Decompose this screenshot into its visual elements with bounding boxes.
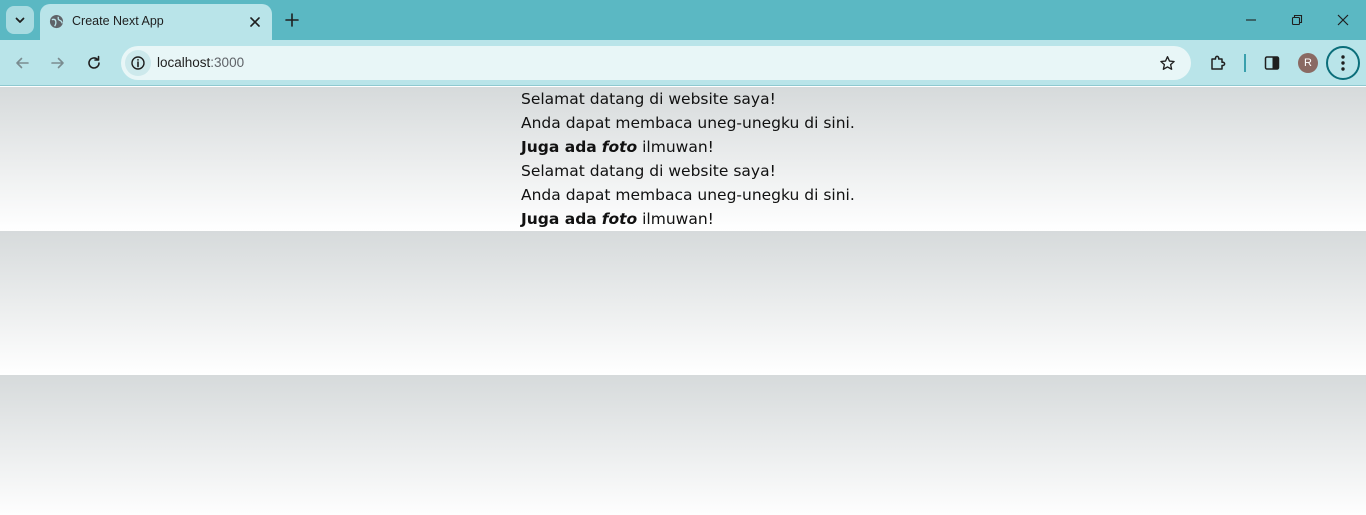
background-band (0, 231, 1366, 375)
more-vertical-icon (1341, 55, 1345, 71)
arrow-right-icon (51, 57, 64, 69)
close-window-button[interactable] (1320, 0, 1366, 40)
reload-button[interactable] (80, 49, 108, 77)
page-content: Selamat datang di website saya! Anda dap… (521, 87, 855, 231)
arrow-left-icon (16, 57, 29, 69)
toolbar-divider (1244, 54, 1246, 72)
intro-block: Selamat datang di website saya! Anda dap… (521, 159, 855, 231)
url-host: localhost (157, 55, 211, 70)
browser-menu-button[interactable] (1326, 46, 1360, 80)
restore-icon (1291, 14, 1303, 26)
tab-active[interactable]: Create Next App (40, 4, 272, 40)
info-icon (131, 56, 145, 70)
restore-button[interactable] (1274, 0, 1320, 40)
tab-strip: Create Next App (0, 0, 1366, 40)
minimize-button[interactable] (1228, 0, 1274, 40)
tab-title: Create Next App (72, 14, 164, 28)
reload-icon (88, 55, 100, 69)
page-viewport: Selamat datang di website saya! Anda dap… (0, 87, 1366, 515)
back-button[interactable] (8, 49, 36, 77)
greeting-text: Selamat datang di website saya! (521, 90, 776, 108)
background-band (0, 375, 1366, 515)
greeting-text: Selamat datang di website saya! (521, 162, 776, 180)
url-port: :3000 (210, 55, 245, 70)
tab-search-button[interactable] (6, 6, 34, 34)
close-icon (250, 17, 260, 27)
globe-icon (49, 14, 64, 29)
subtitle-text: Anda dapat membaca uneg-unegku di sini. (521, 114, 855, 132)
bookmark-button[interactable] (1155, 52, 1179, 74)
tab-close-button[interactable] (246, 13, 264, 31)
extra-text: Juga ada foto ilmuwan! (521, 135, 855, 159)
side-panel-button[interactable] (1259, 50, 1285, 76)
chevron-down-icon (15, 17, 25, 23)
subtitle-text: Anda dapat membaca uneg-unegku di sini. (521, 186, 855, 204)
extra-prefix: Juga ada (521, 210, 597, 228)
extra-suffix: ilmuwan! (642, 138, 714, 156)
new-tab-button[interactable] (280, 8, 304, 32)
extra-emphasis: foto (601, 210, 638, 228)
intro-block: Selamat datang di website saya! Anda dap… (521, 87, 855, 159)
minimize-icon (1246, 19, 1256, 21)
forward-button[interactable] (44, 49, 72, 77)
url-text[interactable]: localhost:3000 (157, 55, 244, 70)
side-panel-icon (1264, 56, 1280, 70)
extra-prefix: Juga ada (521, 138, 597, 156)
close-icon (1337, 14, 1349, 26)
extra-emphasis: foto (601, 138, 638, 156)
browser-toolbar: localhost:3000 R (0, 40, 1366, 86)
extensions-button[interactable] (1205, 50, 1231, 76)
extra-text: Juga ada foto ilmuwan! (521, 207, 855, 231)
plus-icon (285, 13, 299, 27)
profile-avatar[interactable]: R (1298, 53, 1318, 73)
address-bar[interactable]: localhost:3000 (121, 46, 1191, 80)
puzzle-icon (1211, 55, 1226, 70)
star-icon (1159, 55, 1175, 70)
site-info-button[interactable] (125, 50, 151, 76)
extra-suffix: ilmuwan! (642, 210, 714, 228)
